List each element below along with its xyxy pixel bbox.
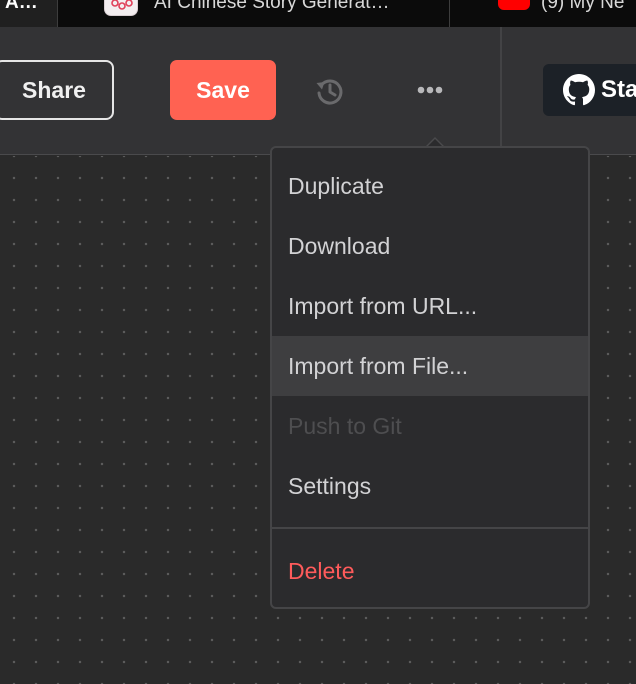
github-star-label: Sta [601,76,636,103]
tab-title: AI Chinese Story Generat… [154,0,390,13]
menu-item-duplicate[interactable]: Duplicate [272,156,588,216]
github-icon [563,74,595,106]
menu-item-import-url[interactable]: Import from URL... [272,276,588,336]
menu-item-import-file[interactable]: Import from File... [272,336,588,396]
ai-story-favicon-icon [104,0,138,16]
menu-item-push-to-git: Push to Git [288,412,402,439]
browser-tab-active[interactable]: A… [0,0,57,27]
menu-divider [272,527,588,529]
history-icon[interactable] [313,74,347,108]
toolbar-divider [500,27,502,155]
more-options-menu: Duplicate Download Import from URL... Im… [270,146,590,609]
github-star-button[interactable]: Sta [543,64,636,116]
save-button[interactable]: Save [170,60,276,120]
youtube-favicon-icon [498,0,530,10]
tab-title: A… [5,0,38,13]
browser-tab-youtube[interactable]: (9) My Ne [450,0,636,27]
tab-title: (9) My Ne [541,0,625,13]
editor-toolbar: Share Save Sta [0,27,636,155]
app-window: A… AI Chinese Story Generat… (9) My Ne S… [0,0,636,684]
menu-item-delete[interactable]: Delete [272,541,588,601]
menu-item-download[interactable]: Download [272,216,588,276]
menu-item-settings[interactable]: Settings [272,456,588,516]
share-button[interactable]: Share [0,60,114,120]
browser-tab-story-generator[interactable]: AI Chinese Story Generat… [58,0,449,27]
browser-tab-strip: A… AI Chinese Story Generat… (9) My Ne [0,0,636,27]
more-options-icon[interactable] [412,78,448,102]
